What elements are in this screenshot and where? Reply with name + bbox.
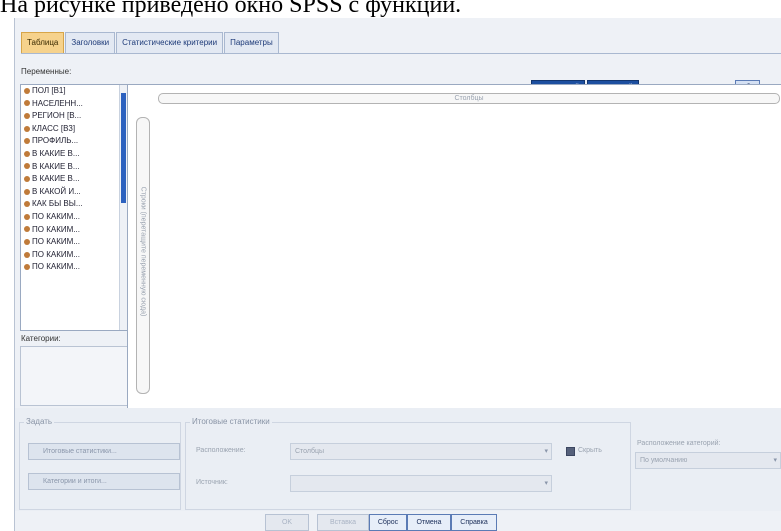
scrollbar-thumb[interactable] — [121, 93, 126, 203]
hide-checkbox[interactable] — [566, 447, 575, 456]
variable-icon — [24, 213, 30, 220]
list-item[interactable]: КЛАСС [В3] — [21, 123, 127, 136]
variable-icon — [24, 150, 30, 157]
tab-options[interactable]: Параметры — [224, 32, 279, 53]
list-item[interactable]: ПОЛ [В1] — [21, 85, 127, 98]
variable-list[interactable]: ПОЛ [В1] НАСЕЛЕНН... РЕГИОН [В... КЛАСС [В3… — [20, 84, 128, 331]
reset-button[interactable]: Сброс — [369, 514, 407, 531]
cancel-button[interactable]: Отмена — [407, 514, 451, 531]
rows-drop-zone[interactable]: Строки (перетащите переменную сюда) — [136, 117, 150, 394]
list-item[interactable]: ПО КАКИМ... — [21, 236, 127, 249]
variable-icon — [24, 239, 30, 246]
variable-icon — [24, 163, 30, 170]
list-item[interactable]: КАК БЫ ВЫ... — [21, 198, 127, 211]
variable-label: ПОЛ [В1] — [32, 86, 66, 95]
variable-icon — [24, 264, 30, 271]
variable-icon — [24, 251, 30, 258]
variable-items: ПОЛ [В1] НАСЕЛЕНН... РЕГИОН [В... КЛАСС [В3… — [21, 85, 127, 274]
position-label: Расположение: — [196, 447, 246, 454]
paste-button[interactable]: Вставка — [317, 514, 369, 531]
define-group: Задать Итоговые статистики... Категории … — [19, 417, 181, 510]
summary-stats-group-title: Итоговые статистики — [190, 417, 272, 426]
rows-drop-label: Строки (перетащите переменную сюда) — [139, 186, 147, 317]
categories-totals-button[interactable]: Категории и итоги... — [28, 473, 180, 490]
variable-icon — [24, 138, 30, 145]
list-item[interactable]: РЕГИОН [В... — [21, 110, 127, 123]
variable-label: ПО КАКИМ... — [32, 262, 80, 272]
tab-divider — [21, 53, 781, 54]
list-item[interactable]: ПО КАКИМ... — [21, 249, 127, 262]
list-item[interactable]: В КАКИЕ В... — [21, 161, 127, 174]
bottom-panel: Задать Итоговые статистики... Категории … — [15, 408, 781, 511]
tab-table[interactable]: Таблица — [21, 32, 65, 53]
list-item[interactable]: В КАКИЕ В... — [21, 173, 127, 186]
tab-strip: Таблица Заголовки Статистические критери… — [21, 32, 280, 54]
variable-icon — [24, 201, 30, 208]
variable-label: В КАКИЕ В... — [32, 148, 80, 158]
columns-drop-label: Столбцы — [454, 95, 484, 102]
variable-label: КАК БЫ ВЫ... — [32, 199, 83, 209]
variable-label: ПО КАКИМ... — [32, 211, 80, 221]
variable-label: В КАКИЕ В... — [32, 174, 80, 184]
hide-label: Скрыть — [578, 447, 602, 454]
summary-statistics-button[interactable]: Итоговые статистики... — [28, 443, 180, 460]
list-item[interactable]: НАСЕЛЕНН... — [21, 98, 127, 111]
variable-label: ПО КАКИМ... — [32, 249, 80, 259]
variables-label: Переменные: — [21, 67, 72, 76]
category-position-select[interactable]: По умолчанию ▾ — [635, 452, 781, 469]
table-canvas[interactable]: Столбцы Строки (перетащите переменную сю… — [127, 84, 781, 411]
columns-drop-zone[interactable]: Столбцы — [158, 93, 780, 104]
variable-icon — [24, 226, 30, 233]
variable-icon — [24, 176, 30, 183]
variable-label: ПО КАКИМ... — [32, 237, 80, 247]
variable-label: НАСЕЛЕНН... — [32, 98, 83, 108]
chevron-down-icon: ▾ — [773, 457, 777, 464]
variable-icon — [24, 100, 30, 107]
variable-label: КЛАСС [В3] — [32, 123, 76, 133]
tab-test-statistics[interactable]: Статистические критерии — [116, 32, 224, 53]
chevron-down-icon: ▾ — [544, 480, 548, 487]
ctables-dialog: Таблица Заголовки Статистические критери… — [14, 18, 781, 531]
list-item[interactable]: В КАКОЙ И... — [21, 186, 127, 199]
list-item[interactable]: ПО КАКИМ... — [21, 261, 127, 274]
variable-label: В КАКОЙ И... — [32, 186, 81, 196]
source-select[interactable]: ▾ — [290, 475, 552, 492]
variable-icon — [24, 188, 30, 195]
list-item[interactable]: В КАКИЕ В... — [21, 148, 127, 161]
chevron-down-icon: ▾ — [544, 448, 548, 455]
define-group-title: Задать — [24, 417, 55, 426]
variable-label: В КАКИЕ В... — [32, 161, 80, 171]
variable-label: РЕГИОН [В... — [32, 111, 82, 121]
position-value: Столбцы — [295, 448, 325, 455]
source-label: Источник: — [196, 479, 228, 486]
variable-icon — [24, 87, 30, 94]
tab-titles[interactable]: Заголовки — [65, 32, 116, 53]
position-select[interactable]: Столбцы ▾ — [290, 443, 552, 460]
variable-icon — [24, 113, 30, 120]
variable-label: ПО КАКИМ... — [32, 224, 80, 234]
summary-stats-group: Итоговые статистики Расположение: Столбц… — [185, 417, 631, 510]
list-item[interactable]: ПО КАКИМ... — [21, 211, 127, 224]
category-position-label: Расположение категорий: — [637, 440, 721, 447]
list-item[interactable]: ПО КАКИМ... — [21, 224, 127, 237]
document-caption: На рисунке приведено окно SPSS с функции… — [0, 0, 462, 18]
variable-list-scrollbar[interactable] — [119, 85, 127, 330]
categories-label: Категории: — [21, 334, 61, 343]
variable-icon — [24, 125, 30, 132]
variable-label: ПРОФИЛЬ... — [32, 136, 79, 146]
categories-box — [20, 346, 128, 406]
ok-button[interactable]: OK — [265, 514, 309, 531]
help-button[interactable]: Справка — [451, 514, 497, 531]
dialog-footer: OK Вставка Сброс Отмена Справка — [15, 512, 781, 531]
category-position-value: По умолчанию — [640, 457, 688, 464]
list-item[interactable]: ПРОФИЛЬ... — [21, 135, 127, 148]
